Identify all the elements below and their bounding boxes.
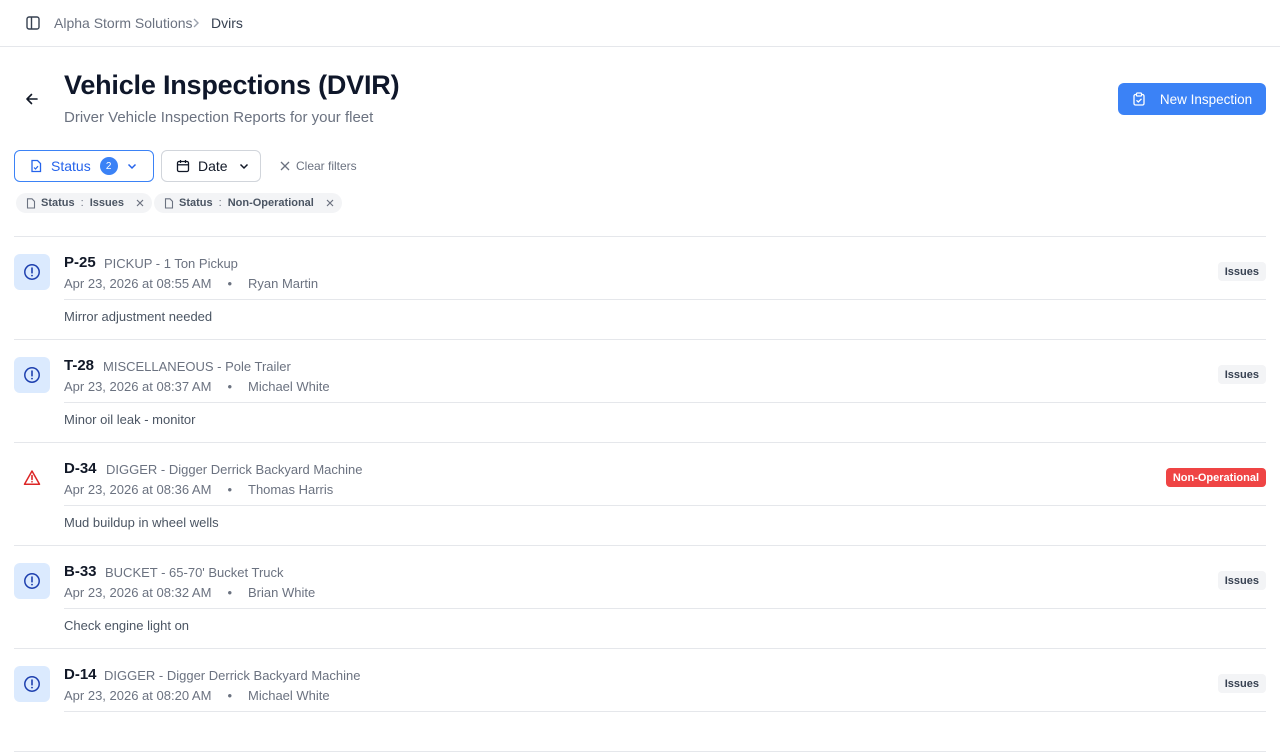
inspection-meta: Apr 23, 2026 at 08:20 AM • Michael White: [64, 688, 330, 704]
inspection-row[interactable]: B-33 BUCKET - 65-70' Bucket Truck Apr 23…: [14, 546, 1266, 649]
alert-triangle-icon: [14, 460, 50, 496]
row-divider: [64, 402, 1266, 403]
clear-filters-label: Clear filters: [296, 159, 357, 173]
status-badge: Issues: [1217, 674, 1266, 693]
top-bar: Alpha Storm Solutions Dvirs: [0, 0, 1280, 47]
vehicle-type: MISCELLANEOUS - Pole Trailer: [103, 359, 291, 374]
inspection-row[interactable]: T-28 MISCELLANEOUS - Pole Trailer Apr 23…: [14, 340, 1266, 443]
chip-field: Status: [41, 197, 75, 209]
page-subtitle: Driver Vehicle Inspection Reports for yo…: [64, 109, 374, 126]
driver-name: Michael White: [248, 688, 330, 703]
meta-separator: •: [227, 482, 232, 497]
status-badge: Non-Operational: [1165, 468, 1266, 487]
driver-name: Ryan Martin: [248, 276, 319, 291]
driver-name: Michael White: [248, 379, 330, 394]
inspection-note: Mud buildup in wheel wells: [64, 515, 219, 530]
inspection-note: Check engine light on: [64, 618, 190, 633]
date-filter-label: Date: [198, 158, 228, 174]
inspection-date: Apr 23, 2026 at 08:37 AM: [64, 379, 212, 394]
filter-chip-status-non-operational: Status : Non-Operational: [154, 193, 342, 213]
inspection-row[interactable]: D-34 DIGGER - Digger Derrick Backyard Ma…: [14, 443, 1266, 546]
inspection-meta: Apr 23, 2026 at 08:32 AM • Brian White: [64, 585, 315, 601]
remove-chip-icon[interactable]: [326, 199, 334, 207]
driver-name: Brian White: [248, 585, 316, 600]
breadcrumb-org[interactable]: Alpha Storm Solutions: [54, 15, 193, 31]
inspection-row[interactable]: P-25 PICKUP - 1 Ton Pickup Apr 23, 2026 …: [14, 237, 1266, 340]
filter-chip-status-issues: Status : Issues: [16, 193, 152, 213]
new-inspection-button[interactable]: New Inspection: [1118, 83, 1266, 115]
inspection-date: Apr 23, 2026 at 08:36 AM: [64, 482, 212, 497]
inspection-meta: Apr 23, 2026 at 08:36 AM • Thomas Harris: [64, 482, 333, 498]
inspection-meta: Apr 23, 2026 at 08:37 AM • Michael White: [64, 379, 330, 395]
inspection-date: Apr 23, 2026 at 08:55 AM: [64, 276, 212, 291]
alert-circle-icon: [14, 563, 50, 599]
remove-chip-icon[interactable]: [136, 199, 144, 207]
meta-separator: •: [227, 276, 232, 291]
vehicle-type: PICKUP - 1 Ton Pickup: [104, 256, 238, 271]
clipboard-check-icon: [1132, 92, 1146, 106]
file-status-icon: [164, 197, 174, 209]
vehicle-type: DIGGER - Digger Derrick Backyard Machine: [104, 668, 361, 683]
chevron-down-icon: [238, 160, 250, 172]
status-filter-label: Status: [51, 158, 91, 174]
sidebar-toggle-icon[interactable]: [26, 16, 40, 30]
chip-separator: :: [80, 197, 84, 209]
back-arrow-icon[interactable]: [22, 89, 42, 109]
status-filter-count: 2: [99, 157, 118, 175]
close-icon: [280, 161, 290, 171]
row-divider: [64, 608, 1266, 609]
date-filter-button[interactable]: Date: [161, 150, 261, 182]
meta-separator: •: [227, 379, 232, 394]
status-filter-button[interactable]: Status 2: [14, 150, 154, 182]
unit-number: D-14: [64, 666, 97, 683]
row-divider: [64, 711, 1266, 712]
status-badge: Issues: [1217, 571, 1266, 590]
chip-separator: :: [218, 197, 222, 209]
chip-field: Status: [179, 197, 213, 209]
inspection-meta: Apr 23, 2026 at 08:55 AM • Ryan Martin: [64, 276, 318, 292]
status-badge: Issues: [1217, 365, 1266, 384]
meta-separator: •: [227, 585, 232, 600]
file-status-icon: [26, 197, 36, 209]
inspection-note: Mirror adjustment needed: [64, 309, 213, 324]
breadcrumb-current: Dvirs: [211, 15, 243, 31]
inspection-date: Apr 23, 2026 at 08:32 AM: [64, 585, 212, 600]
status-badge: Issues: [1217, 262, 1266, 281]
alert-circle-icon: [14, 666, 50, 702]
clear-filters-button[interactable]: Clear filters: [280, 159, 357, 173]
chip-value: Non-Operational: [227, 197, 314, 209]
calendar-icon: [176, 159, 190, 173]
inspection-date: Apr 23, 2026 at 08:20 AM: [64, 688, 212, 703]
unit-number: D-34: [64, 460, 97, 477]
driver-name: Thomas Harris: [248, 482, 334, 497]
alert-circle-icon: [14, 254, 50, 290]
unit-number: P-25: [64, 254, 96, 271]
meta-separator: •: [227, 688, 232, 703]
unit-number: B-33: [64, 563, 97, 580]
page-title: Vehicle Inspections (DVIR): [64, 70, 400, 100]
row-divider: [64, 299, 1266, 300]
inspection-note: Minor oil leak - monitor: [64, 412, 196, 427]
alert-circle-icon: [14, 357, 50, 393]
unit-number: T-28: [64, 357, 95, 374]
chevron-right-icon: [191, 16, 201, 30]
vehicle-type: BUCKET - 65-70' Bucket Truck: [105, 565, 284, 580]
new-inspection-label: New Inspection: [1159, 91, 1253, 107]
vehicle-type: DIGGER - Digger Derrick Backyard Machine: [106, 462, 363, 477]
inspection-row[interactable]: D-14 DIGGER - Digger Derrick Backyard Ma…: [14, 649, 1266, 752]
chip-value: Issues: [89, 197, 124, 209]
file-status-icon: [29, 159, 43, 173]
row-divider: [64, 505, 1266, 506]
chevron-down-icon: [126, 160, 138, 172]
